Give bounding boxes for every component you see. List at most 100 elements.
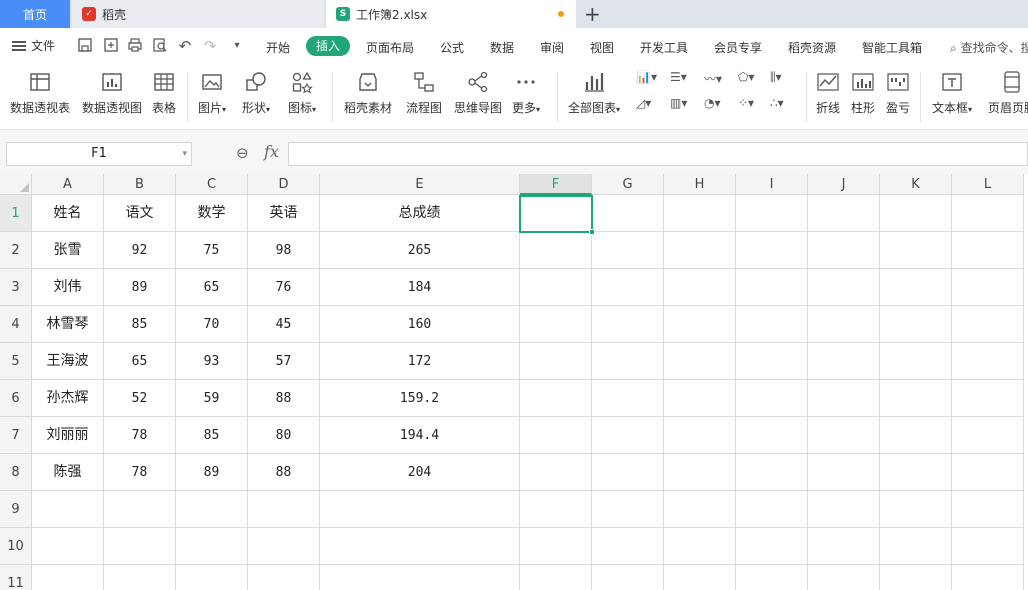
- cell-a8[interactable]: 陈强: [32, 454, 104, 491]
- column-header-b[interactable]: B: [104, 174, 176, 195]
- formula-input[interactable]: [288, 142, 1028, 166]
- sparkline-winloss-button[interactable]: 盈亏: [886, 70, 910, 116]
- flowchart-button[interactable]: 流程图: [406, 70, 442, 116]
- cell-b5[interactable]: 65: [104, 343, 176, 380]
- cell-g8[interactable]: [592, 454, 664, 491]
- bar-chart-dropdown-icon[interactable]: ☰▾: [670, 70, 687, 84]
- stock-chart-dropdown-icon[interactable]: ⫼▾: [770, 70, 782, 85]
- tab-daoke[interactable]: ✓ 稻壳: [72, 0, 324, 28]
- cell-i4[interactable]: [736, 306, 808, 343]
- cell-h9[interactable]: [664, 491, 736, 528]
- cell-h11[interactable]: [664, 565, 736, 590]
- shape-button[interactable]: 形状▾: [242, 70, 270, 116]
- chevron-down-icon[interactable]: ▾: [182, 143, 187, 165]
- cell-i10[interactable]: [736, 528, 808, 565]
- cell-e9[interactable]: [320, 491, 520, 528]
- cell-l1[interactable]: [952, 195, 1024, 232]
- table-button[interactable]: 表格: [152, 70, 176, 116]
- cell-i9[interactable]: [736, 491, 808, 528]
- cell-g5[interactable]: [592, 343, 664, 380]
- cell-c9[interactable]: [176, 491, 248, 528]
- cell-j6[interactable]: [808, 380, 880, 417]
- cell-k7[interactable]: [880, 417, 952, 454]
- cell-k5[interactable]: [880, 343, 952, 380]
- cell-c4[interactable]: 70: [176, 306, 248, 343]
- cell-i11[interactable]: [736, 565, 808, 590]
- row-header-1[interactable]: 1: [0, 195, 32, 232]
- cell-e4[interactable]: 160: [320, 306, 520, 343]
- spreadsheet-grid[interactable]: A B C D E F G H I J K L 1 2 3 4 5 6 7 8 9 10 11 姓名 语文 数学 英语 总成绩 张雪 92…: [0, 174, 1028, 590]
- textbox-button[interactable]: 文本框▾: [932, 70, 972, 116]
- cell-l11[interactable]: [952, 565, 1024, 590]
- tab-workbook[interactable]: S 工作簿2.xlsx: [326, 0, 576, 28]
- bubble-chart-dropdown-icon[interactable]: ∴▾: [770, 96, 784, 110]
- cell-a9[interactable]: [32, 491, 104, 528]
- line-chart-dropdown-icon[interactable]: 〰▾: [704, 70, 722, 87]
- cell-b8[interactable]: 78: [104, 454, 176, 491]
- cell-c11[interactable]: [176, 565, 248, 590]
- cell-h3[interactable]: [664, 269, 736, 306]
- cell-f11[interactable]: [520, 565, 592, 590]
- cell-d10[interactable]: [248, 528, 320, 565]
- cell-a1[interactable]: 姓名: [32, 195, 104, 232]
- column-header-j[interactable]: J: [808, 174, 880, 195]
- save-icon[interactable]: [76, 37, 94, 55]
- cell-c3[interactable]: 65: [176, 269, 248, 306]
- cell-h10[interactable]: [664, 528, 736, 565]
- cell-c10[interactable]: [176, 528, 248, 565]
- cell-e6[interactable]: 159.2: [320, 380, 520, 417]
- cell-a11[interactable]: [32, 565, 104, 590]
- row-header-9[interactable]: 9: [0, 491, 32, 528]
- cell-e3[interactable]: 184: [320, 269, 520, 306]
- cell-f3[interactable]: [520, 269, 592, 306]
- cell-j9[interactable]: [808, 491, 880, 528]
- more-button[interactable]: 更多▾: [512, 70, 540, 116]
- cell-l2[interactable]: [952, 232, 1024, 269]
- cell-j2[interactable]: [808, 232, 880, 269]
- cell-c2[interactable]: 75: [176, 232, 248, 269]
- cell-h1[interactable]: [664, 195, 736, 232]
- radar-chart-dropdown-icon[interactable]: ⬠▾: [738, 70, 754, 84]
- cell-j1[interactable]: [808, 195, 880, 232]
- cell-f4[interactable]: [520, 306, 592, 343]
- cell-j4[interactable]: [808, 306, 880, 343]
- export-icon[interactable]: [102, 37, 120, 55]
- cell-j3[interactable]: [808, 269, 880, 306]
- cell-l5[interactable]: [952, 343, 1024, 380]
- cell-g11[interactable]: [592, 565, 664, 590]
- cell-g9[interactable]: [592, 491, 664, 528]
- cell-e10[interactable]: [320, 528, 520, 565]
- scatter-chart-dropdown-icon[interactable]: ⁘▾: [738, 96, 754, 110]
- cell-e7[interactable]: 194.4: [320, 417, 520, 454]
- cell-h7[interactable]: [664, 417, 736, 454]
- cell-h8[interactable]: [664, 454, 736, 491]
- cell-a5[interactable]: 王海波: [32, 343, 104, 380]
- cell-k11[interactable]: [880, 565, 952, 590]
- pivot-table-button[interactable]: 数据透视表: [10, 70, 70, 116]
- cell-d11[interactable]: [248, 565, 320, 590]
- cell-b11[interactable]: [104, 565, 176, 590]
- column-header-k[interactable]: K: [880, 174, 952, 195]
- cell-c8[interactable]: 89: [176, 454, 248, 491]
- combo-chart-dropdown-icon[interactable]: ▥▾: [670, 96, 687, 110]
- cell-f7[interactable]: [520, 417, 592, 454]
- cell-h6[interactable]: [664, 380, 736, 417]
- cell-c5[interactable]: 93: [176, 343, 248, 380]
- cell-k9[interactable]: [880, 491, 952, 528]
- cell-c6[interactable]: 59: [176, 380, 248, 417]
- menu-item-data[interactable]: 数据: [490, 39, 514, 56]
- row-header-11[interactable]: 11: [0, 565, 32, 590]
- cell-f6[interactable]: [520, 380, 592, 417]
- cell-j10[interactable]: [808, 528, 880, 565]
- cell-f5[interactable]: [520, 343, 592, 380]
- cell-b1[interactable]: 语文: [104, 195, 176, 232]
- cell-e5[interactable]: 172: [320, 343, 520, 380]
- cell-b7[interactable]: 78: [104, 417, 176, 454]
- column-header-a[interactable]: A: [32, 174, 104, 195]
- cell-b4[interactable]: 85: [104, 306, 176, 343]
- cell-b10[interactable]: [104, 528, 176, 565]
- cell-d8[interactable]: 88: [248, 454, 320, 491]
- cell-a10[interactable]: [32, 528, 104, 565]
- cell-j11[interactable]: [808, 565, 880, 590]
- cell-d1[interactable]: 英语: [248, 195, 320, 232]
